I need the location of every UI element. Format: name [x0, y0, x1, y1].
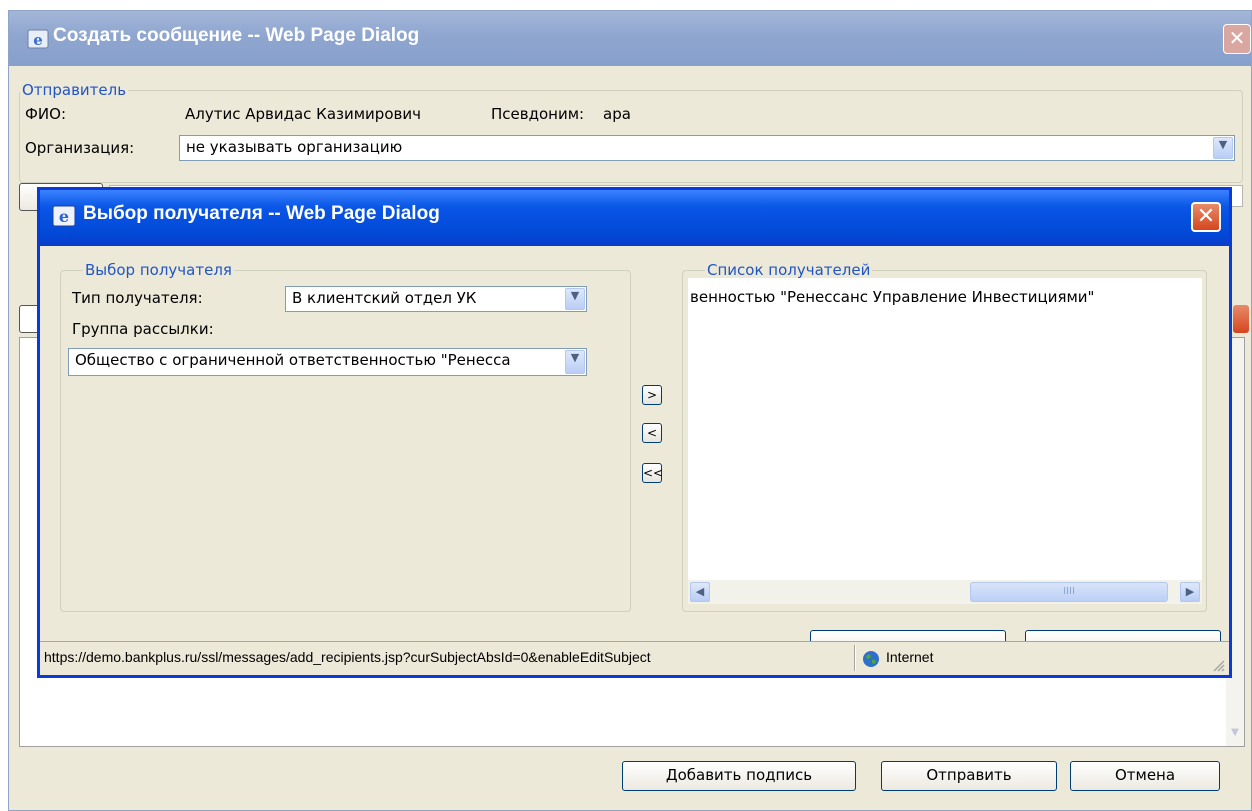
recipients-list: венностью "Ренессанс Управление Инвестиц… — [690, 288, 1094, 306]
add-recipient-button[interactable]: > — [642, 385, 662, 405]
scroll-left-arrow-icon[interactable]: ◀ — [690, 582, 710, 602]
svg-text:e: e — [59, 207, 69, 226]
chevron-down-icon[interactable]: ▼ — [565, 350, 585, 374]
recipient-type-select[interactable]: В клиентский отдел УК ▼ — [285, 286, 587, 312]
select-recipient-dialog: e Выбор получателя -- Web Page Dialog ✕ … — [37, 187, 1232, 678]
org-select-value: не указывать организацию — [186, 138, 403, 156]
ie-icon: e — [27, 29, 49, 49]
inner-close-button[interactable]: ✕ — [1191, 202, 1221, 232]
hidden-right-control[interactable] — [1233, 305, 1249, 333]
sender-legend: Отправитель — [22, 81, 127, 99]
globe-icon — [863, 651, 879, 667]
recipient-list-item[interactable]: венностью "Ренессанс Управление Инвестиц… — [690, 288, 1094, 306]
outer-title-bar[interactable]: e Создать сообщение -- Web Page Dialog ✕ — [9, 11, 1251, 66]
send-button[interactable]: Отправить — [881, 761, 1057, 791]
sender-fieldset: Отправитель — [19, 81, 1243, 183]
recipients-legend: Список получателей — [707, 261, 871, 279]
status-url: https://demo.bankplus.ru/ssl/messages/ad… — [44, 649, 651, 665]
recipient-type-label: Тип получателя: — [72, 289, 203, 307]
recipients-hscrollbar[interactable]: ◀ IIII ▶ — [688, 580, 1202, 604]
add-signature-button[interactable]: Добавить подпись — [622, 761, 856, 791]
remove-all-recipients-button[interactable]: << — [642, 463, 663, 483]
org-label: Организация: — [25, 139, 135, 157]
selection-fieldset: Выбор получателя — [60, 261, 631, 612]
chevron-down-icon[interactable]: ▼ — [565, 288, 585, 310]
remove-recipient-button[interactable]: < — [642, 423, 662, 443]
recipient-type-value: В клиентский отдел УК — [292, 289, 477, 307]
fio-label: ФИО: — [25, 105, 66, 123]
fio-value: Алутис Арвидас Казимирович — [185, 105, 421, 123]
scroll-right-arrow-icon[interactable]: ▶ — [1180, 582, 1200, 602]
inner-title-bar[interactable]: e Выбор получателя -- Web Page Dialog ✕ — [40, 190, 1229, 246]
outer-dialog-title: Создать сообщение -- Web Page Dialog — [53, 25, 420, 46]
scroll-thumb[interactable]: IIII — [970, 582, 1168, 602]
outer-close-button[interactable]: ✕ — [1223, 24, 1251, 54]
selection-legend: Выбор получателя — [85, 261, 232, 279]
alias-label: Псевдоним: — [491, 105, 585, 123]
mailing-group-value: Общество с ограниченной ответственностью… — [75, 351, 511, 369]
resize-grip-icon[interactable] — [1211, 658, 1225, 672]
mailing-group-label: Группа рассылки: — [72, 320, 214, 338]
scroll-down-arrow-icon[interactable]: ▼ — [1227, 727, 1243, 745]
svg-text:e: e — [33, 31, 43, 49]
status-bar: https://demo.bankplus.ru/ssl/messages/ad… — [40, 641, 1229, 675]
status-divider — [854, 645, 856, 671]
recipients-listbox[interactable]: венностью "Ренессанс Управление Инвестиц… — [688, 278, 1202, 604]
ie-icon: e — [52, 205, 76, 227]
mailing-group-select[interactable]: Общество с ограниченной ответственностью… — [68, 348, 587, 376]
inner-dialog-title: Выбор получателя -- Web Page Dialog — [83, 203, 440, 224]
org-select[interactable]: не указывать организацию ▼ — [179, 135, 1235, 161]
alias-value: ара — [603, 105, 631, 123]
status-zone: Internet — [886, 649, 934, 665]
cancel-button[interactable]: Отмена — [1070, 761, 1220, 791]
chevron-down-icon[interactable]: ▼ — [1213, 137, 1233, 159]
